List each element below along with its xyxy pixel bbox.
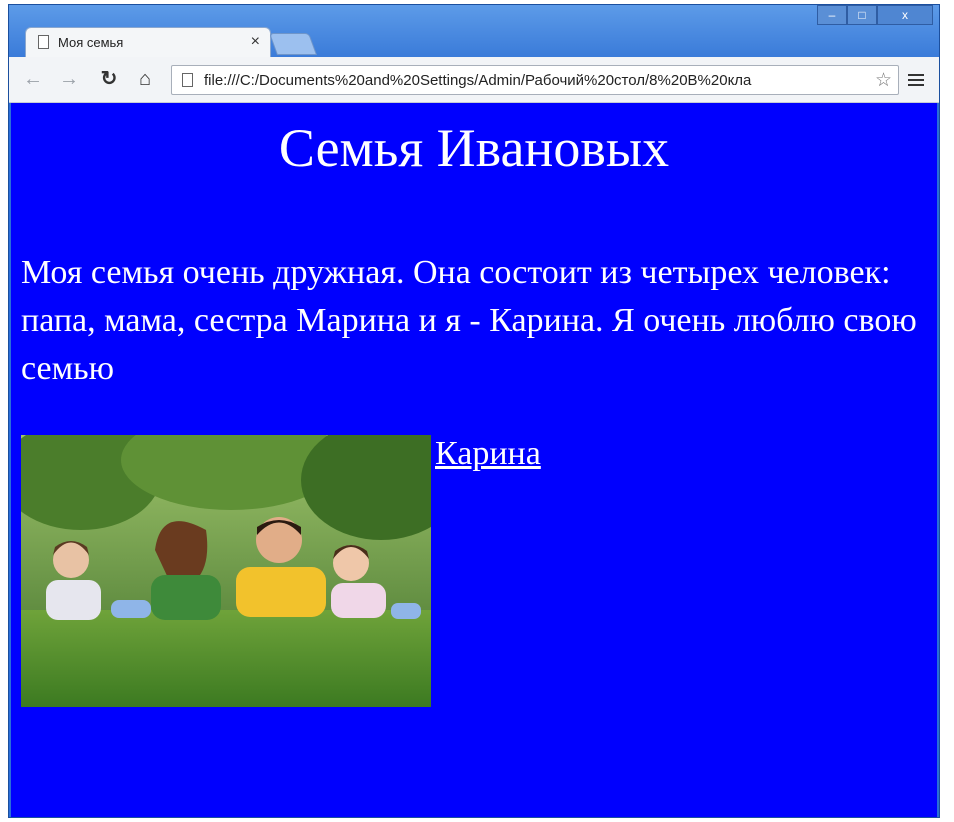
browser-window: – □ x Моя семья × ← → ↻ ⌂ file:///C:/Doc… [8, 4, 940, 818]
page-icon [182, 73, 193, 87]
page-paragraph: Моя семья очень дружная. Она состоит из … [21, 254, 917, 387]
maximize-button[interactable]: □ [847, 5, 877, 25]
bookmark-star-icon[interactable]: ☆ [875, 69, 892, 92]
close-window-button[interactable]: x [877, 5, 933, 25]
karina-link[interactable]: Карина [435, 435, 541, 473]
new-tab-button[interactable] [268, 33, 318, 55]
minimize-button[interactable]: – [817, 5, 847, 25]
address-bar[interactable]: file:///C:/Documents%20and%20Settings/Ad… [171, 65, 899, 95]
page-heading: Семья Ивановых [278, 118, 670, 178]
browser-toolbar: ← → ↻ ⌂ file:///C:/Documents%20and%20Set… [9, 57, 939, 103]
reload-icon[interactable]: ↻ [97, 67, 121, 91]
menu-icon[interactable] [903, 67, 929, 93]
forward-arrow-icon[interactable]: → [57, 67, 81, 91]
url-text[interactable]: file:///C:/Documents%20and%20Settings/Ad… [204, 72, 868, 89]
page-content: Семья Ивановых Моя семья очень дружная. … [11, 103, 937, 817]
page-icon [38, 35, 49, 49]
family-photo [21, 435, 431, 707]
home-icon[interactable]: ⌂ [133, 67, 157, 91]
back-arrow-icon[interactable]: ← [21, 67, 45, 91]
browser-tab[interactable]: Моя семья × [25, 27, 271, 57]
title-bar: – □ x Моя семья × [9, 5, 939, 57]
close-tab-icon[interactable]: × [251, 33, 260, 51]
tab-title: Моя семья [58, 35, 124, 50]
